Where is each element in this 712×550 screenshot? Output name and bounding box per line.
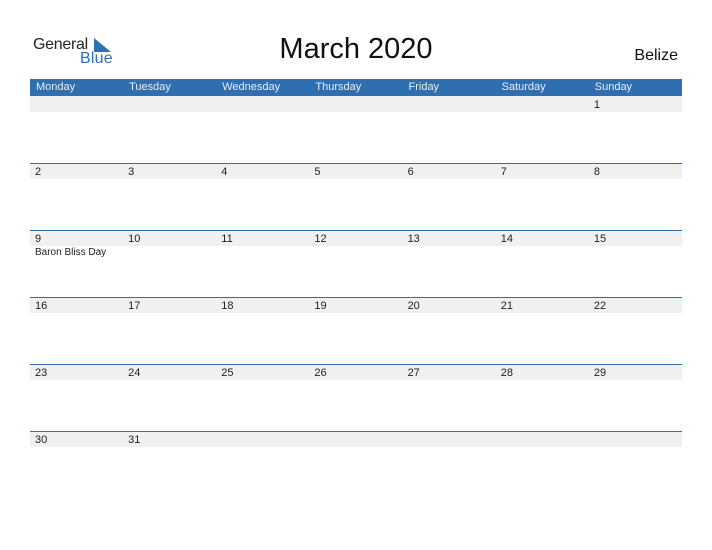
day-number: 27 (407, 367, 420, 379)
day-number: 28 (500, 367, 513, 379)
weekday-sunday: Sunday (594, 81, 633, 93)
country-label: Belize (634, 47, 678, 64)
weekday-saturday: Saturday (501, 81, 546, 93)
week-row: 2 3 4 5 6 7 8 (30, 163, 682, 230)
day-cell: 29 (589, 364, 682, 431)
weekday-thursday: Thursday (315, 81, 362, 93)
day-cell: 4 (216, 163, 309, 230)
day-cell (496, 431, 589, 498)
day-number: 29 (593, 367, 607, 379)
day-number: 1 (593, 99, 600, 111)
day-cell: 12 (309, 230, 402, 297)
day-cell: 8 (589, 163, 682, 230)
day-number: 18 (221, 300, 234, 312)
day-cell (403, 96, 496, 163)
week-row: 23 24 25 26 27 28 29 (30, 364, 682, 431)
day-cell: 5 (309, 163, 402, 230)
day-cell: 25 (216, 364, 309, 431)
day-cell: 22 (589, 297, 682, 364)
day-cell: 30 (30, 431, 123, 498)
day-cell: 17 (123, 297, 216, 364)
day-cell: 6 (403, 163, 496, 230)
weekday-friday: Friday (408, 81, 440, 93)
holiday-label: Baron Bliss Day (35, 247, 107, 258)
day-number: 25 (221, 367, 234, 379)
day-cell: 2 (30, 163, 123, 230)
day-cell: 16 (30, 297, 123, 364)
day-number: 12 (314, 233, 327, 245)
day-cell (403, 431, 496, 498)
day-cell: 28 (496, 364, 589, 431)
day-cell: 15 (589, 230, 682, 297)
day-cell: 19 (309, 297, 402, 364)
calendar-title: March 2020 (279, 33, 433, 65)
day-number: 3 (128, 166, 135, 178)
week-row: 16 17 18 19 20 21 22 (30, 297, 682, 364)
day-number: 4 (221, 166, 228, 178)
day-cell (216, 96, 309, 163)
day-number: 8 (593, 166, 600, 178)
day-number: 2 (35, 166, 42, 178)
day-number: 13 (407, 233, 420, 245)
day-cell: 20 (403, 297, 496, 364)
day-cell: 11 (216, 230, 309, 297)
day-number: 9 (35, 233, 42, 245)
day-number: 19 (314, 300, 327, 312)
day-number: 10 (128, 233, 141, 245)
day-cell: 13 (403, 230, 496, 297)
weekday-monday: Monday (36, 81, 76, 93)
day-cell: 1 (589, 96, 682, 163)
weekday-wednesday: Wednesday (222, 81, 281, 93)
day-cell: 26 (309, 364, 402, 431)
day-cell: 18 (216, 297, 309, 364)
day-cell: 10 (123, 230, 216, 297)
week-row: 30 31 (30, 431, 682, 498)
day-cell: 27 (403, 364, 496, 431)
day-cell: 14 (496, 230, 589, 297)
day-number: 21 (500, 300, 513, 312)
day-number: 30 (35, 434, 48, 446)
week-row: 1 (30, 96, 682, 163)
day-cell (589, 431, 682, 498)
day-cell (496, 96, 589, 163)
day-cell (309, 96, 402, 163)
day-number: 7 (500, 166, 507, 178)
day-number: 15 (593, 233, 607, 245)
day-number: 14 (500, 233, 513, 245)
day-cell (123, 96, 216, 163)
weekday-tuesday: Tuesday (129, 81, 171, 93)
day-number: 23 (35, 367, 48, 379)
day-cell: 23 (30, 364, 123, 431)
day-cell: 24 (123, 364, 216, 431)
day-cell: 3 (123, 163, 216, 230)
day-number: 17 (128, 300, 141, 312)
day-cell: 7 (496, 163, 589, 230)
day-number: 20 (407, 300, 420, 312)
day-cell (309, 431, 402, 498)
day-number: 24 (128, 367, 141, 379)
week-row: 9 Baron Bliss Day 10 11 12 13 14 15 (30, 230, 682, 297)
day-number: 31 (128, 434, 141, 446)
day-number: 26 (314, 367, 327, 379)
day-cell: 9 Baron Bliss Day (30, 230, 123, 297)
day-cell (30, 96, 123, 163)
day-number: 6 (407, 166, 414, 178)
day-cell: 31 (123, 431, 216, 498)
day-number: 22 (593, 300, 607, 312)
weekday-header: Monday Tuesday Wednesday Thursday Friday… (30, 79, 682, 96)
day-number: 5 (314, 166, 321, 178)
day-number: 16 (35, 300, 48, 312)
day-number: 11 (221, 233, 233, 245)
day-cell (216, 431, 309, 498)
day-cell: 21 (496, 297, 589, 364)
